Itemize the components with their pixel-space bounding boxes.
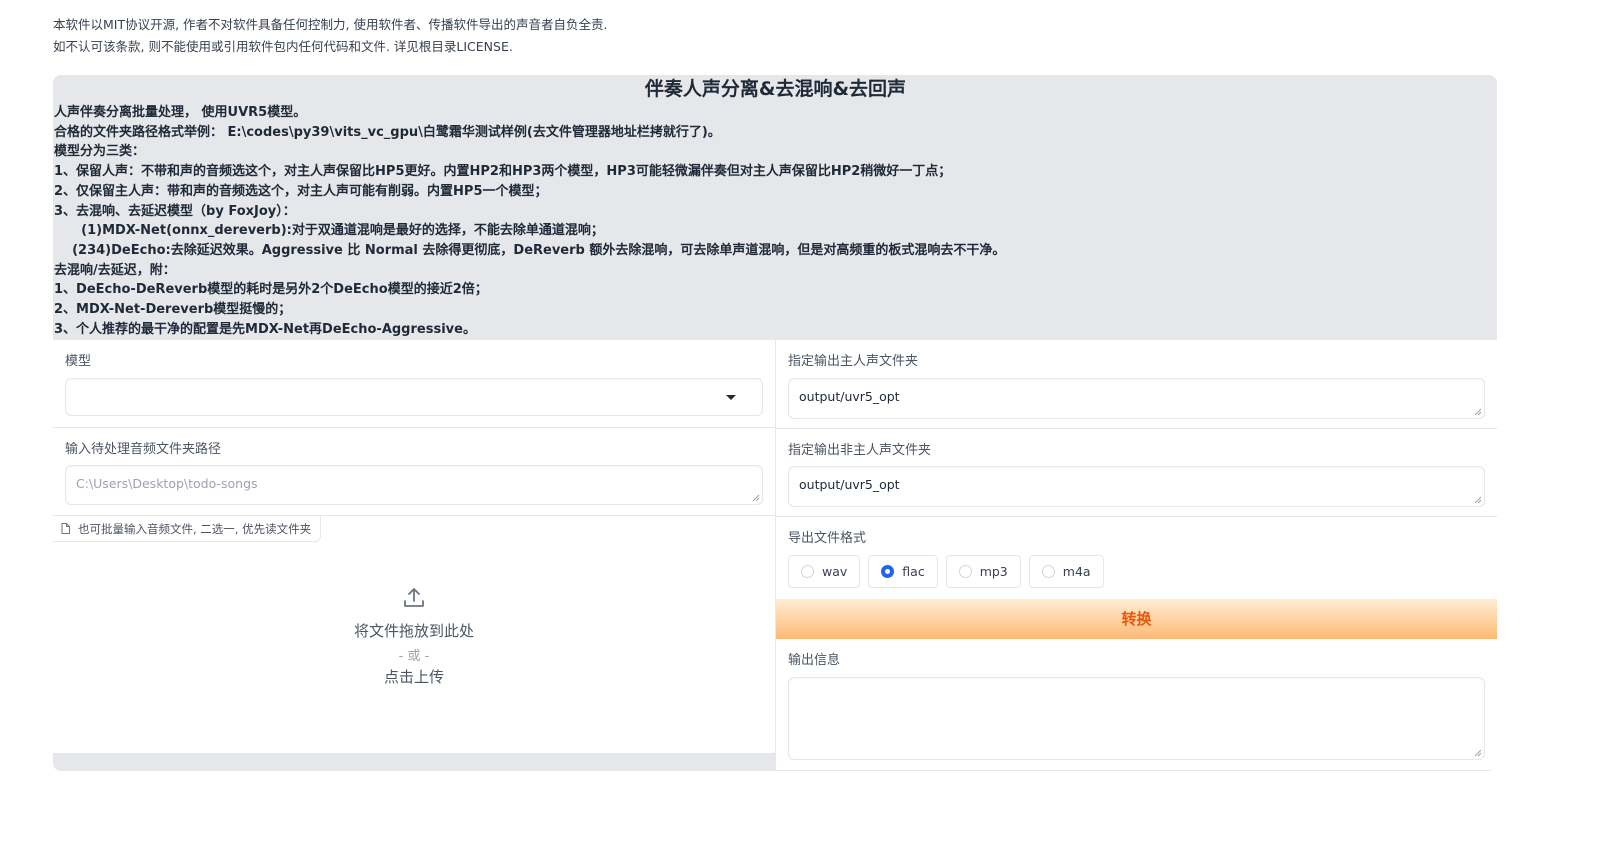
upload-drop-text: 将文件拖放到此处 bbox=[353, 622, 474, 640]
output-info-field[interactable] bbox=[788, 677, 1485, 760]
output-info-label: 输出信息 bbox=[788, 653, 841, 668]
upload-click-text[interactable]: 点击上传 bbox=[53, 666, 775, 687]
radio-circle-icon[interactable] bbox=[958, 565, 972, 578]
format-option-flac[interactable]: flac bbox=[868, 555, 938, 588]
uvr5-panel: 伴奏人声分离&去混响&去回声 人声伴奏分离批量处理， 使用UVR5模型。 合格的… bbox=[53, 75, 1497, 771]
output-info-block: 输出信息 bbox=[776, 639, 1497, 771]
ins-output-label: 指定输出非主人声文件夹 bbox=[788, 443, 932, 458]
disclaimer: 本软件以MIT协议开源, 作者不对软件具备任何控制力, 使用软件者、传播软件导出… bbox=[53, 14, 607, 58]
radio-checked-icon[interactable] bbox=[881, 565, 895, 578]
description-line: 模型分为三类： bbox=[54, 144, 146, 160]
model-block: 模型 bbox=[53, 340, 775, 428]
format-option-label: flac bbox=[902, 564, 925, 579]
resize-handle-icon[interactable] bbox=[1474, 408, 1482, 416]
resize-handle-icon[interactable] bbox=[752, 494, 760, 502]
description-line: 3、去混响、去延迟模型（by FoxJoy）： bbox=[54, 203, 296, 219]
format-option-label: wav bbox=[822, 564, 848, 579]
description-line: 去混响/去延迟，附： bbox=[54, 262, 176, 278]
upload-or-text: - 或 - bbox=[398, 649, 430, 664]
section-description: 伴奏人声分离&去混响&去回声 人声伴奏分离批量处理， 使用UVR5模型。 合格的… bbox=[53, 75, 1497, 339]
ins-output-value: output/uvr5_opt bbox=[799, 477, 900, 492]
format-block: 导出文件格式 wav flac mp3 m4a bbox=[776, 517, 1497, 599]
vocal-output-block: 指定输出主人声文件夹 output/uvr5_opt bbox=[776, 340, 1497, 429]
radio-circle-icon[interactable] bbox=[1041, 565, 1055, 578]
format-option-wav[interactable]: wav bbox=[788, 555, 861, 588]
input-dir-block: 输入待处理音频文件夹路径 C:\Users\Desktop\todo-songs bbox=[53, 428, 775, 516]
radio-circle-icon[interactable] bbox=[801, 565, 814, 578]
section-title: 伴奏人声分离&去混响&去回声 bbox=[644, 78, 907, 100]
vocal-output-label: 指定输出主人声文件夹 bbox=[788, 354, 919, 369]
upload-icon bbox=[404, 588, 424, 607]
vocal-output-field[interactable]: output/uvr5_opt bbox=[788, 378, 1485, 419]
description-line: (234)DeEcho:去除延迟效果。Aggressive 比 Normal 去… bbox=[54, 242, 1006, 258]
ins-output-field[interactable]: output/uvr5_opt bbox=[788, 466, 1485, 507]
format-option-label: m4a bbox=[1062, 564, 1091, 579]
input-dir-placeholder: C:\Users\Desktop\todo-songs bbox=[76, 476, 258, 491]
chevron-down-icon bbox=[726, 395, 736, 400]
format-option-label: mp3 bbox=[979, 564, 1008, 579]
format-option-m4a[interactable]: m4a bbox=[1028, 555, 1104, 588]
description-line: 3、个人推荐的最干净的配置是先MDX-Net再DeEcho-Aggressive… bbox=[54, 321, 476, 337]
file-drop-zone[interactable]: 将文件拖放到此处 - 或 - 点击上传 bbox=[53, 542, 775, 752]
ins-output-block: 指定输出非主人声文件夹 output/uvr5_opt bbox=[776, 429, 1497, 517]
description-line: 2、MDX-Net-Dereverb模型挺慢的； bbox=[54, 302, 292, 318]
input-dir-field[interactable]: C:\Users\Desktop\todo-songs bbox=[65, 465, 763, 505]
description-line: 2、仅保留主人声：带和声的音频选这个，对主人声可能有削弱。内置HP5一个模型； bbox=[54, 183, 548, 199]
file-upload-block: 也可批量输入音频文件, 二选一, 优先读文件夹 将文件拖放到此处 - 或 - 点… bbox=[53, 516, 775, 753]
description-line: 人声伴奏分离批量处理， 使用UVR5模型。 bbox=[54, 105, 307, 120]
model-dropdown[interactable] bbox=[65, 378, 763, 416]
format-option-mp3[interactable]: mp3 bbox=[945, 555, 1021, 588]
file-upload-label-text: 也可批量输入音频文件, 二选一, 优先读文件夹 bbox=[78, 521, 312, 536]
file-icon bbox=[61, 523, 70, 534]
right-column: 指定输出主人声文件夹 output/uvr5_opt 指定输出非主人声文件夹 o… bbox=[776, 340, 1497, 771]
description-line: 合格的文件夹路径格式举例： E:\codes\py39\vits_vc_gpu\… bbox=[54, 124, 721, 140]
input-dir-label: 输入待处理音频文件夹路径 bbox=[65, 442, 222, 457]
file-upload-label: 也可批量输入音频文件, 二选一, 优先读文件夹 bbox=[53, 516, 322, 542]
description-line: 1、DeEcho-DeReverb模型的耗时是另外2个DeEcho模型的接近2倍… bbox=[54, 282, 488, 298]
model-label: 模型 bbox=[65, 354, 92, 369]
vocal-output-value: output/uvr5_opt bbox=[799, 389, 900, 404]
description-line: 1、保留人声：不带和声的音频选这个，对主人声保留比HP5更好。内置HP2和HP3… bbox=[54, 164, 952, 180]
resize-handle-icon[interactable] bbox=[1474, 496, 1482, 504]
description-line: (1)MDX-Net(onnx_dereverb):对于双通道混响是最好的选择，… bbox=[54, 223, 604, 239]
disclaimer-line-2: 如不认可该条款, 则不能使用或引用软件包内任何代码和文件. 详见根目录LICEN… bbox=[53, 39, 513, 54]
format-label: 导出文件格式 bbox=[788, 531, 867, 546]
resize-handle-icon[interactable] bbox=[1474, 749, 1482, 757]
convert-button[interactable]: 转换 bbox=[776, 599, 1497, 639]
left-column: 模型 输入待处理音频文件夹路径 C:\Users\Desktop\todo-so… bbox=[53, 340, 776, 753]
disclaimer-line-1: 本软件以MIT协议开源, 作者不对软件具备任何控制力, 使用软件者、传播软件导出… bbox=[53, 17, 608, 32]
format-radio-group: wav flac mp3 m4a bbox=[788, 555, 1104, 588]
